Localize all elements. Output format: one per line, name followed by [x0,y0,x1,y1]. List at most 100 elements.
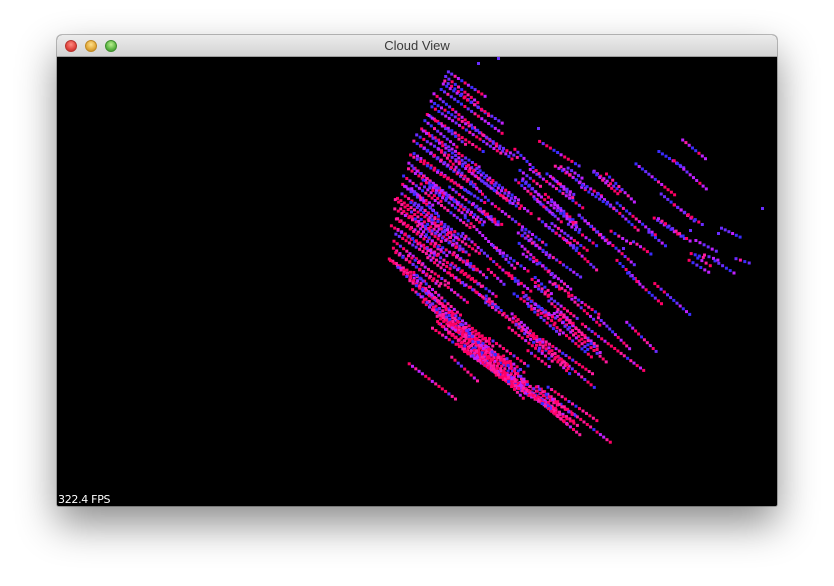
cloud-point [624,217,628,221]
cloud-point [484,287,488,291]
cloud-point [609,229,613,233]
cloud-point [586,260,590,264]
cloud-point [455,241,459,245]
cloud-point [565,187,569,191]
cloud-point [411,364,414,368]
cloud-point [482,251,486,255]
cloud-point [493,184,497,187]
cloud-point [449,140,452,144]
cloud-point [504,257,508,261]
cloud-point [570,169,574,173]
cloud-point [605,324,609,328]
cloud-point [544,362,548,366]
cloud-point [477,131,481,135]
cloud-point [522,323,526,327]
cloud-point [595,348,599,351]
cloud-point [408,279,412,283]
cloud-point [477,331,481,335]
cloud-point [579,417,583,421]
cloud-point [421,178,425,182]
cloud-point [494,308,498,312]
cloud-point [435,258,438,262]
cloud-point [403,205,407,209]
cloud-point [580,342,584,346]
title-bar[interactable]: Cloud View [57,35,777,57]
cloud-point [537,305,541,309]
cloud-point [444,315,448,319]
cloud-point [527,394,531,397]
cloud-point [487,122,491,125]
cloud-point [486,267,490,271]
cloud-point [469,180,473,184]
cloud-point [565,417,569,421]
cloud-point [717,232,720,235]
cloud-point [470,326,474,330]
cloud-point [551,327,555,331]
cloud-point [447,330,451,334]
cloud-point [442,153,446,157]
cloud-point [431,305,435,309]
cloud-point [509,256,512,260]
cloud-point [462,96,466,100]
cloud-point [556,151,560,154]
cloud-point [523,186,527,190]
cloud-point [413,217,417,221]
cloud-point [586,343,590,347]
cloud-point [558,332,561,336]
cloud-point [438,313,442,317]
cloud-point [533,285,537,288]
point-cloud-viewport[interactable]: 322.4 FPS [57,57,777,506]
cloud-point [462,326,466,329]
cloud-point [552,177,556,181]
cloud-point [567,356,571,360]
cloud-point [553,390,557,394]
cloud-point [527,230,531,234]
cloud-point [510,377,514,381]
cloud-point [457,85,460,89]
cloud-point [512,153,516,157]
cloud-point [653,296,657,300]
cloud-point [519,368,522,371]
cloud-point [580,216,584,220]
cloud-point [642,338,646,342]
cloud-point [437,110,441,113]
cloud-point [442,175,446,179]
cloud-point [507,274,511,278]
cloud-point [438,302,442,306]
cloud-point [568,190,572,194]
cloud-point [513,315,517,319]
cloud-point [604,360,608,364]
cloud-point [708,264,712,268]
cloud-point [546,316,550,320]
cloud-point [463,174,467,178]
cloud-point [589,425,593,429]
cloud-point [598,176,602,179]
cloud-point [659,192,663,196]
cloud-point [580,301,584,304]
cloud-point [446,302,450,306]
cloud-point [553,299,557,303]
cloud-point [482,220,486,224]
cloud-point [571,175,575,179]
cloud-point [417,174,421,178]
cloud-point [630,223,634,227]
cloud-point [532,337,536,340]
cloud-point [527,239,531,243]
cloud-point [551,184,555,188]
cloud-point [723,228,727,232]
cloud-point [688,173,692,177]
cloud-point [683,210,687,214]
cloud-point [453,115,457,119]
cloud-point [520,389,524,393]
cloud-point [534,303,538,306]
cloud-point [396,209,400,213]
cloud-point [495,142,499,146]
cloud-point [565,190,569,194]
cloud-point [464,250,468,254]
cloud-view-window: Cloud View 322.4 FPS [57,35,777,506]
cloud-point [551,352,554,356]
cloud-point [464,167,468,170]
cloud-point [559,208,563,212]
cloud-point [429,242,433,246]
cloud-point [590,330,594,333]
